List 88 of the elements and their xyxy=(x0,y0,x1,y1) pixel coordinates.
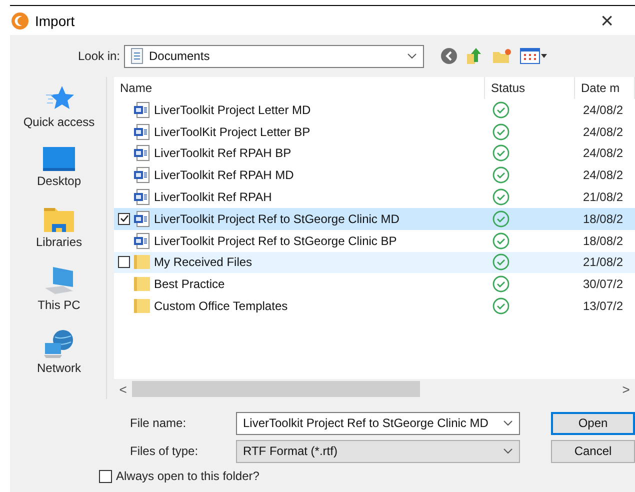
date-modified: 24/08/2 xyxy=(582,102,624,117)
date-modified: 18/08/2 xyxy=(582,212,624,226)
column-header[interactable]: Status xyxy=(485,77,575,99)
file-name-field[interactable]: LiverToolkit Project Ref to StGeorge Clinic MD xyxy=(236,412,520,434)
document-icon xyxy=(133,232,151,249)
document-icon xyxy=(133,124,151,140)
up-folder-icon[interactable] xyxy=(466,47,484,65)
desktop-icon xyxy=(42,146,76,172)
file-row[interactable]: LiverToolkit Ref RPAH BP 24/08/2 xyxy=(114,142,635,164)
look-in-dropdown[interactable]: Documents xyxy=(124,44,424,68)
document-icon xyxy=(133,102,151,118)
file-name-label: File name: xyxy=(129,416,188,430)
date-modified: 13/07/2 xyxy=(582,299,624,314)
file-row[interactable]: LiverToolkit Project Ref to StGeorge Clinic MD 18/08/2 xyxy=(114,208,635,230)
network-icon xyxy=(42,329,75,359)
places-item[interactable]: This PC xyxy=(38,266,80,312)
date-modified: 24/08/2 xyxy=(582,124,624,139)
column-header[interactable]: Name xyxy=(114,77,485,99)
folder-icon xyxy=(133,254,151,270)
always-open-checkbox[interactable] xyxy=(99,470,112,482)
file-row[interactable]: My Received Files 21/08/2 xyxy=(114,252,635,274)
open-button[interactable]: Open xyxy=(551,412,635,434)
check-circle-icon xyxy=(492,188,510,206)
file-row[interactable]: LiverToolkit Ref RPAH 21/08/2 xyxy=(114,186,635,208)
new-folder-icon[interactable] xyxy=(492,48,512,64)
places-item[interactable]: Quick access xyxy=(23,85,95,129)
file-name: LiverToolkit Project Letter MD xyxy=(154,102,311,117)
document-icon xyxy=(133,145,151,162)
file-row[interactable]: LiverToolkit Project Ref to StGeorge Clinic BP 18/08/2 xyxy=(114,230,635,252)
date-modified: 21/08/2 xyxy=(582,190,624,204)
file-name: LiverToolkit Project Ref to StGeorge Clinic BP xyxy=(154,234,397,248)
scroll-left-button[interactable]: < xyxy=(114,382,132,396)
folder-icon xyxy=(43,205,75,233)
check-circle-icon xyxy=(492,144,510,162)
date-modified: 30/07/2 xyxy=(582,277,624,292)
file-name: LiverToolkit Project Ref to StGeorge Clinic MD xyxy=(154,212,400,226)
file-name: LiverToolKit Project Letter BP xyxy=(154,124,310,139)
row-checkbox[interactable] xyxy=(118,256,130,268)
check-circle-icon xyxy=(492,275,510,294)
window-title: Import xyxy=(35,12,76,28)
folder-icon xyxy=(133,276,151,292)
dropdown-caret-icon xyxy=(407,53,417,59)
check-circle-icon xyxy=(492,253,510,272)
dropdown-caret-icon xyxy=(503,448,513,454)
document-icon xyxy=(133,210,151,227)
check-circle-icon xyxy=(492,100,510,119)
file-name: My Received Files xyxy=(154,255,252,270)
cancel-button[interactable]: Cancel xyxy=(551,440,635,462)
dropdown-caret-icon xyxy=(503,420,513,426)
document-icon xyxy=(133,189,151,206)
view-menu-icon[interactable] xyxy=(520,48,548,64)
places-item[interactable]: Libraries xyxy=(36,205,82,249)
file-type-label: Files of type: xyxy=(129,444,200,458)
places-item[interactable]: Desktop xyxy=(36,146,82,188)
date-modified: 21/08/2 xyxy=(582,255,624,270)
file-name: LiverToolkit Ref RPAH BP xyxy=(154,146,292,160)
close-button[interactable]: × xyxy=(592,10,622,30)
scroll-right-button[interactable]: > xyxy=(617,382,635,396)
check-circle-icon xyxy=(492,297,510,316)
file-name: Custom Office Templates xyxy=(154,299,288,314)
file-row[interactable]: LiverToolKit Project Letter BP 24/08/2 xyxy=(114,120,635,143)
folder-icon xyxy=(133,298,151,314)
check-circle-icon xyxy=(492,232,510,250)
check-circle-icon xyxy=(492,166,510,184)
file-name: Best Practice xyxy=(154,277,225,292)
file-row[interactable]: Custom Office Templates 13/07/2 xyxy=(114,295,635,317)
row-checkbox[interactable] xyxy=(118,212,130,225)
file-row[interactable]: LiverToolkit Project Letter MD 24/08/2 xyxy=(114,99,635,121)
always-open-label: Always open to this folder? xyxy=(116,469,260,483)
places-item[interactable]: Network xyxy=(36,329,81,375)
back-icon[interactable] xyxy=(440,47,458,65)
file-name: LiverToolkit Ref RPAH MD xyxy=(154,168,294,182)
file-type-dropdown[interactable]: RTF Format (*.rtf) xyxy=(236,440,520,462)
file-row[interactable]: Best Practice 30/07/2 xyxy=(114,273,635,296)
file-row[interactable]: LiverToolkit Ref RPAH MD 24/08/2 xyxy=(114,164,635,186)
check-circle-icon xyxy=(492,210,510,228)
column-header[interactable]: Date m xyxy=(575,77,635,99)
date-modified: 18/08/2 xyxy=(582,234,624,248)
check-circle-icon xyxy=(492,122,510,141)
scrollbar-thumb[interactable] xyxy=(132,381,420,397)
file-name: LiverToolkit Ref RPAH xyxy=(154,190,272,204)
document-icon xyxy=(133,167,151,184)
document-icon xyxy=(131,48,143,64)
computer-icon xyxy=(43,266,75,296)
date-modified: 24/08/2 xyxy=(582,168,624,182)
look-in-label: Look in: xyxy=(76,49,120,63)
date-modified: 24/08/2 xyxy=(582,146,624,160)
horizontal-scrollbar[interactable]: < > xyxy=(114,379,635,399)
